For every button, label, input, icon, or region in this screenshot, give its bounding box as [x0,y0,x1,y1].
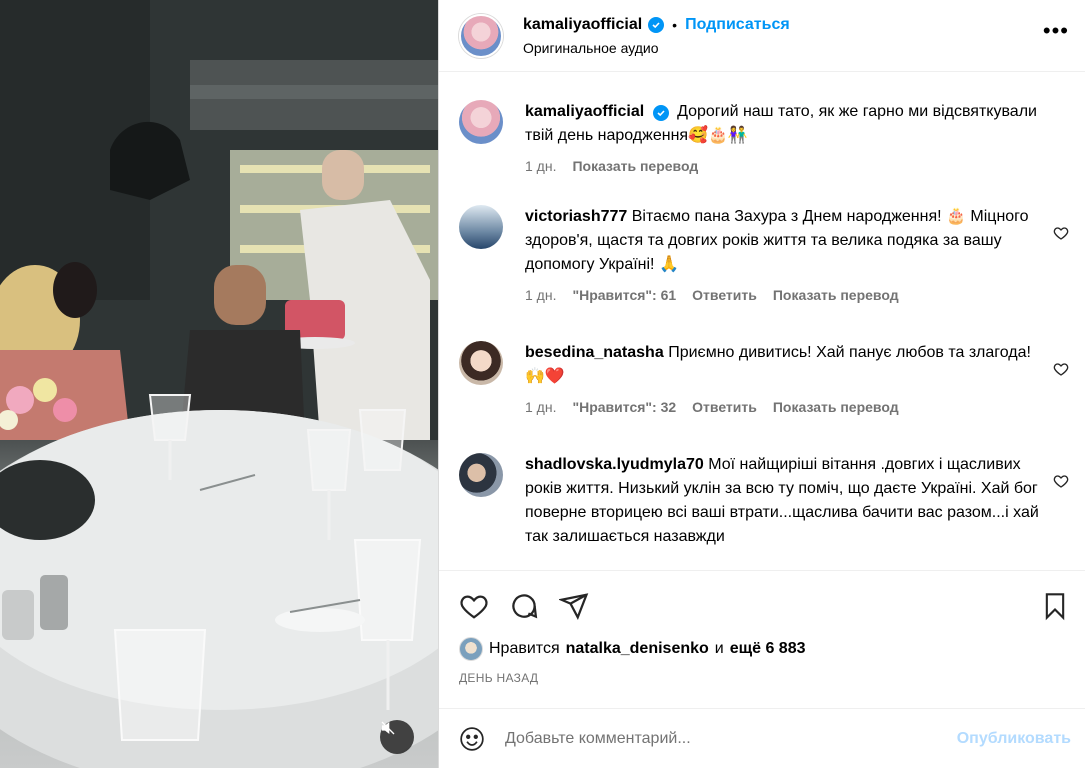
likes-count[interactable]: ещё 6 883 [730,640,806,658]
comment-time[interactable]: 1 дн. [525,283,556,307]
liker-username[interactable]: natalka_denisenko [566,640,709,658]
comment-username[interactable]: victoriash777 [525,208,627,225]
post-media[interactable] [0,0,438,768]
translate-button[interactable]: Показать перевод [773,283,899,307]
comment-avatar[interactable] [459,453,503,497]
caption-avatar[interactable] [459,100,503,144]
comment-meta: 1 дн. "Нравится": 32 Ответить Показать п… [525,395,1039,419]
reply-button[interactable]: Ответить [692,283,757,307]
comment-avatar[interactable] [459,341,503,385]
comment-username[interactable]: shadlovska.lyudmyla70 [525,456,704,473]
comment-avatar[interactable] [459,205,503,249]
comment-icon[interactable] [509,591,539,621]
comment-time[interactable]: 1 дн. [525,395,556,419]
translate-button[interactable]: Показать перевод [773,395,899,419]
author-info: kamaliyaofficial • Подписаться Оригиналь… [523,16,790,56]
liker-avatar[interactable] [459,637,483,661]
mute-button[interactable] [380,720,414,754]
comment-item: besedina_natasha Приємно дивитись! Хай п… [459,341,1069,419]
verified-icon [652,105,669,121]
comment-like-icon[interactable] [1053,225,1069,244]
emoji-icon[interactable] [459,726,485,752]
comment-meta: 1 дн. "Нравится": 61 Ответить Показать п… [525,283,1039,307]
author-row: kamaliyaofficial • Подписаться [523,16,790,34]
follow-button[interactable]: Подписаться [685,16,790,34]
likes-summary: Нравится natalka_denisenko и ещё 6 883 [459,637,1069,661]
caption-body: kamaliyaofficial Дорогий наш тато, як же… [525,100,1039,178]
post-panel: kamaliyaofficial • Подписаться Оригиналь… [438,0,1085,768]
comment-body: victoriash777 Вітаємо пана Захура з Днем… [525,205,1039,307]
more-icon[interactable]: ••• [1043,19,1069,52]
video-frame [0,0,438,768]
comment-body: besedina_natasha Приємно дивитись! Хай п… [525,341,1039,419]
author-avatar[interactable] [459,13,503,58]
comment-like-icon[interactable] [1053,473,1069,492]
comment-likes[interactable]: "Нравится": 61 [572,283,676,307]
caption-time[interactable]: 1 дн. [525,154,556,178]
separator-dot: • [672,16,678,33]
likes-prefix: Нравится [489,640,560,657]
likes-and: и [714,640,724,657]
caption-translate[interactable]: Показать перевод [572,154,698,178]
bookmark-icon[interactable] [1041,591,1069,621]
comments-list[interactable]: kamaliyaofficial Дорогий наш тато, як же… [439,73,1085,570]
verified-icon [648,16,665,33]
post-date[interactable]: ДЕНЬ НАЗАД [459,671,1069,685]
heart-icon[interactable] [459,591,489,621]
post-header: kamaliyaofficial • Подписаться Оригиналь… [439,0,1085,72]
caption-username[interactable]: kamaliyaofficial [525,103,644,120]
comment-likes[interactable]: "Нравится": 32 [572,395,676,419]
comment-username[interactable]: besedina_natasha [525,344,664,361]
comment-item: victoriash777 Вітаємо пана Захура з Днем… [459,205,1069,307]
share-icon[interactable] [559,591,589,621]
comment-input[interactable] [505,729,957,748]
post-caption: kamaliyaofficial Дорогий наш тато, як же… [459,100,1069,178]
reply-button[interactable]: Ответить [692,395,757,419]
publish-button[interactable]: Опубликовать [957,730,1071,748]
author-username[interactable]: kamaliyaofficial [523,16,642,34]
comment-body: shadlovska.lyudmyla70 Мої найщиріші віта… [525,453,1039,549]
comment-composer: Опубликовать [439,708,1085,768]
caption-meta: 1 дн. Показать перевод [525,154,1039,178]
audio-link[interactable]: Оригинальное аудио [523,40,790,56]
post-actions: Нравится natalka_denisenko и ещё 6 883 Д… [439,570,1085,708]
comment-item: shadlovska.lyudmyla70 Мої найщиріші віта… [459,453,1069,549]
comment-like-icon[interactable] [1053,361,1069,380]
action-bar [459,571,1069,641]
